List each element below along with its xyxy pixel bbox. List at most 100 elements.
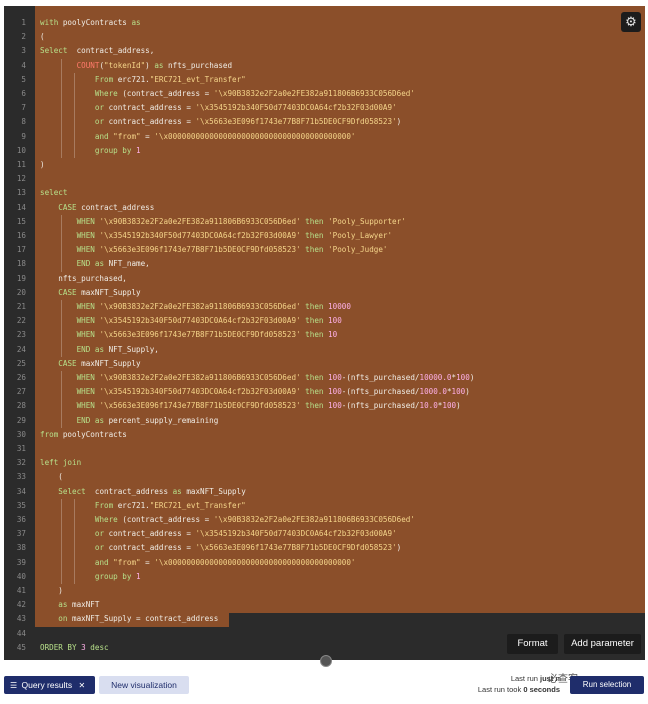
code-token: ) xyxy=(40,160,45,169)
line-number: 36 xyxy=(16,515,26,524)
line-number: 40 xyxy=(16,571,26,581)
code-line[interactable]: Select contract_address as maxNFT_Supply xyxy=(40,485,246,499)
code-line[interactable]: with poolyContracts as xyxy=(40,16,141,30)
code-token: as xyxy=(94,415,109,425)
code-line[interactable]: From erc721."ERC721_evt_Transfer" xyxy=(40,73,246,87)
code-line[interactable]: Where (contract_address = '\x90B3832e2F2… xyxy=(40,513,415,527)
code-line[interactable]: ) xyxy=(40,158,45,172)
tab-query-results[interactable]: ☰ Query results ✕ xyxy=(4,676,95,694)
code-token: WHEN xyxy=(76,373,100,382)
code-line[interactable]: WHEN '\x5663e3E096f1743e77B8F71b5DE0CF9D… xyxy=(40,328,338,342)
code-line[interactable]: left join xyxy=(40,456,81,470)
code-line[interactable]: WHEN '\x5663e3E096f1743e77B8F71b5DE0CF9D… xyxy=(40,243,388,257)
code-token: "tokenId" xyxy=(104,60,146,70)
code-line[interactable]: END as percent_supply_remaining xyxy=(40,414,219,428)
code-line[interactable]: CASE maxNFT_Supply xyxy=(40,286,140,300)
code-line[interactable]: and "from" = '\x000000000000000000000000… xyxy=(40,556,356,570)
code-line[interactable]: END as NFT_name, xyxy=(40,257,150,271)
code-line[interactable]: ORDER BY 3 desc xyxy=(40,641,109,655)
code-line[interactable]: or contract_address = '\x5663e3E096f1743… xyxy=(40,115,401,129)
tab-new-visualization[interactable]: New visualization xyxy=(99,676,189,694)
code-token: '\x5663e3E096f1743e77B8F71b5DE0CF9Dfd058… xyxy=(99,245,301,255)
line-number: 5 xyxy=(21,74,26,84)
code-line[interactable]: or contract_address = '\x3545192b340F50d… xyxy=(40,527,397,541)
code-token: '\x5663e3E096f1743e77B8F71b5DE0CF9Dfd058… xyxy=(195,543,397,553)
line-number: 2 xyxy=(21,32,26,42)
code-token: 10000.0 xyxy=(419,373,452,382)
code-line[interactable]: or contract_address = '\x5663e3E096f1743… xyxy=(40,541,401,555)
code-line[interactable]: WHEN '\x3545192b340F50d77403DC0A64cf2b32… xyxy=(40,229,392,243)
indent-guide xyxy=(61,498,62,584)
code-token: left join xyxy=(40,458,82,468)
code-token: "ERC721_evt_Transfer" xyxy=(149,74,246,84)
code-line[interactable]: as maxNFT xyxy=(40,598,99,612)
code-line[interactable]: from poolyContracts xyxy=(40,428,127,442)
code-line[interactable]: WHEN '\x90B3832e2F2a0e2FE382a911806B6933… xyxy=(40,215,406,229)
code-token: ( xyxy=(40,32,45,42)
code-line[interactable]: ) xyxy=(40,584,63,598)
code-line[interactable]: and "from" = '\x000000000000000000000000… xyxy=(40,130,356,144)
code-token: WHEN xyxy=(76,316,100,326)
code-line[interactable]: ( xyxy=(40,30,45,44)
close-icon[interactable]: ✕ xyxy=(78,681,85,690)
format-button[interactable]: Format xyxy=(507,634,558,654)
code-token: WHEN xyxy=(76,216,100,226)
code-token: contract_address, xyxy=(76,46,155,56)
code-token: maxNFT_Supply xyxy=(186,486,246,496)
sql-editor[interactable]: 1 2 3 4 5 6 7 8 9 10 11 12 13 14 15 16 17 18 19 20 21 22 23 24 2… xyxy=(4,6,645,660)
code-line[interactable]: From erc721."ERC721_evt_Transfer" xyxy=(40,499,246,513)
code-line[interactable]: nfts_purchased, xyxy=(40,272,127,286)
code-line[interactable]: WHEN '\x3545192b340F50d77403DC0A64cf2b32… xyxy=(40,314,342,328)
code-token: then xyxy=(300,302,329,311)
code-line[interactable]: WHEN '\x90B3832e2F2a0e2FE382a911806B6933… xyxy=(40,371,475,385)
code-token: Where xyxy=(94,89,123,98)
line-number: 19 xyxy=(16,273,26,283)
code-token: ) xyxy=(469,373,475,382)
code-line[interactable]: group by 1 xyxy=(40,570,141,584)
code-line[interactable]: WHEN '\x90B3832e2F2a0e2FE382a911806B6933… xyxy=(40,300,351,314)
editor-resize-handle[interactable] xyxy=(320,655,332,667)
code-token: WHEN xyxy=(76,231,100,240)
line-number: 35 xyxy=(16,500,26,510)
code-token: '\x5663e3E096f1743e77B8F71b5DE0CF9Dfd058… xyxy=(99,401,301,411)
indent-guide xyxy=(61,300,62,357)
code-line[interactable]: COUNT("tokenId") as nfts_purchased xyxy=(40,59,232,73)
code-line[interactable]: END as NFT_Supply, xyxy=(40,343,159,357)
add-parameter-button[interactable]: Add parameter xyxy=(564,634,641,654)
code-token: 1 xyxy=(136,145,141,155)
code-line[interactable]: WHEN '\x3545192b340F50d77403DC0A64cf2b32… xyxy=(40,385,470,399)
list-icon: ☰ xyxy=(10,681,18,690)
code-token: '\x90B3832e2F2a0e2FE382a911806B6933C056D… xyxy=(213,89,415,98)
code-line[interactable]: Where (contract_address = '\x90B3832e2F2… xyxy=(40,87,415,101)
code-line[interactable]: ( xyxy=(40,470,63,484)
code-token: maxNFT_Supply xyxy=(81,358,141,368)
code-line[interactable]: select xyxy=(40,186,67,200)
code-token: '\x5663e3E096f1743e77B8F71b5DE0CF9Dfd058… xyxy=(99,330,301,340)
line-number: 13 xyxy=(16,188,26,198)
line-number: 20 xyxy=(16,287,26,297)
line-number: 31 xyxy=(16,444,26,453)
code-line[interactable]: group by 1 xyxy=(40,144,141,158)
run-selection-button[interactable]: Run selection xyxy=(570,676,644,694)
code-line[interactable]: Select contract_address, xyxy=(40,44,154,58)
line-number: 15 xyxy=(16,216,26,226)
code-token: and xyxy=(94,131,114,141)
code-token: ( xyxy=(40,472,63,482)
code-line[interactable]: CASE maxNFT_Supply xyxy=(40,357,141,371)
code-line[interactable]: on maxNFT_Supply = contract_address xyxy=(40,612,218,626)
code-token: contract_address = xyxy=(108,529,196,539)
gear-icon[interactable]: ⚙ xyxy=(621,12,641,32)
code-line[interactable]: CASE contract_address xyxy=(40,201,154,215)
code-line[interactable]: or contract_address = '\x3545192b340F50d… xyxy=(40,101,397,115)
indent-guide xyxy=(74,72,75,158)
code-token: with xyxy=(40,18,63,27)
code-line[interactable]: WHEN '\x5663e3E096f1743e77B8F71b5DE0CF9D… xyxy=(40,399,461,413)
